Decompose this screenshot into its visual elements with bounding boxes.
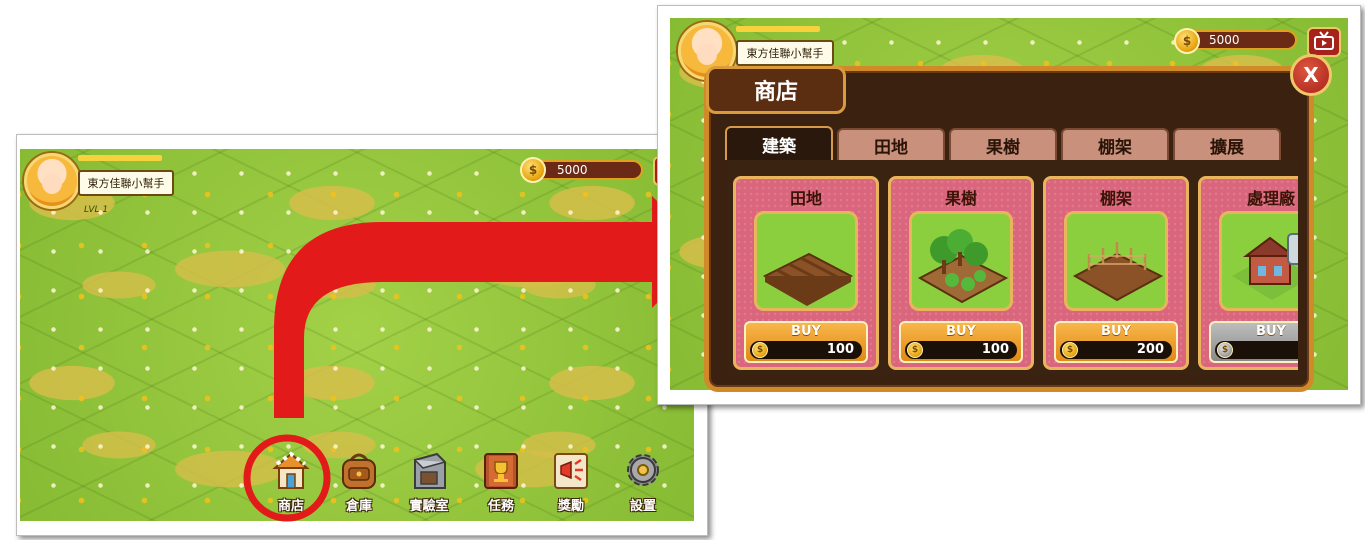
bag-icon	[342, 453, 376, 489]
item-price: $ 100	[750, 341, 862, 359]
item-price: $	[1215, 341, 1298, 359]
field-icon	[762, 252, 854, 306]
coin-counter: 5000	[1185, 30, 1297, 50]
toolbar-rewards-label: 獎勵	[557, 499, 584, 514]
coin-icon: $	[520, 157, 546, 183]
buy-button[interactable]: BUY $ 200	[1054, 321, 1178, 363]
toolbar-lab-button[interactable]: 實驗室	[400, 448, 458, 518]
megaphone-icon	[554, 453, 588, 489]
coin-icon: $	[752, 342, 768, 358]
coin-icon: $	[1062, 342, 1078, 358]
buy-button-disabled[interactable]: BUY $	[1209, 321, 1298, 363]
toolbar-lab-label: 實驗室	[409, 499, 449, 514]
tv-icon[interactable]	[1307, 27, 1341, 57]
toolbar-warehouse-button[interactable]: 倉庫	[330, 448, 388, 518]
tab-field[interactable]: 田地	[837, 128, 945, 160]
item-name: 果樹	[944, 189, 977, 208]
tab-fruit-tree[interactable]: 果樹	[949, 128, 1057, 160]
coin-counter: 5000	[533, 160, 643, 180]
shop-item-card[interactable]: 果樹 BUY $ 100	[888, 176, 1034, 370]
item-name: 棚架	[1099, 189, 1132, 208]
item-name: 處理廠	[1246, 189, 1295, 208]
tab-trellis[interactable]: 棚架	[1061, 128, 1169, 160]
item-name: 田地	[789, 189, 822, 208]
coin-amount: 5000	[557, 163, 588, 177]
toolbar-tasks-label: 任務	[487, 499, 514, 514]
trellis-icon	[1072, 242, 1164, 302]
toolbar-rewards-button[interactable]: 獎勵	[542, 448, 600, 518]
toolbar-settings-label: 設置	[629, 499, 656, 514]
toolbar-tasks-button[interactable]: 任務	[472, 448, 530, 518]
tab-building[interactable]: 建築	[725, 126, 833, 160]
shop-item-card[interactable]: 棚架 BUY $ 200	[1043, 176, 1189, 370]
gear-icon	[627, 454, 659, 486]
shop-item-card-locked[interactable]: 處理廠 BUY $	[1198, 176, 1298, 370]
toolbar-settings-button[interactable]: 設置	[614, 448, 672, 518]
trophy-book-icon	[484, 453, 518, 489]
coin-amount: 5000	[1209, 33, 1240, 47]
coin-icon: $	[1217, 342, 1233, 358]
toolbar-shop-label: 商店	[277, 499, 304, 514]
factory-icon	[1232, 233, 1298, 300]
toolbar-warehouse-label: 倉庫	[345, 499, 372, 514]
coin-icon: $	[907, 342, 923, 358]
player-level: LVL 1	[84, 205, 109, 215]
coin-icon: $	[1174, 28, 1200, 54]
shop-item-list: 田地 BUY $ 100 果樹 BUY $ 100 棚架 BUY $ 200 處…	[728, 160, 1298, 375]
shop-icon	[272, 451, 310, 489]
lab-icon	[414, 452, 446, 489]
toolbar-shop-button[interactable]: 商店	[262, 448, 320, 518]
player-avatar[interactable]	[24, 153, 80, 209]
tab-expand[interactable]: 擴展	[1173, 128, 1281, 160]
player-name: 東方佳聯小幫手	[78, 170, 174, 196]
buy-button[interactable]: BUY $ 100	[744, 321, 868, 363]
item-price: $ 100	[905, 341, 1017, 359]
close-button[interactable]: X	[1290, 54, 1332, 96]
buy-button[interactable]: BUY $ 100	[899, 321, 1023, 363]
shop-title: 商店	[706, 66, 846, 114]
shop-item-card[interactable]: 田地 BUY $ 100	[733, 176, 879, 370]
player-name: 東方佳聯小幫手	[736, 40, 834, 66]
fruit-tree-icon	[917, 229, 1009, 304]
item-price: $ 200	[1060, 341, 1172, 359]
